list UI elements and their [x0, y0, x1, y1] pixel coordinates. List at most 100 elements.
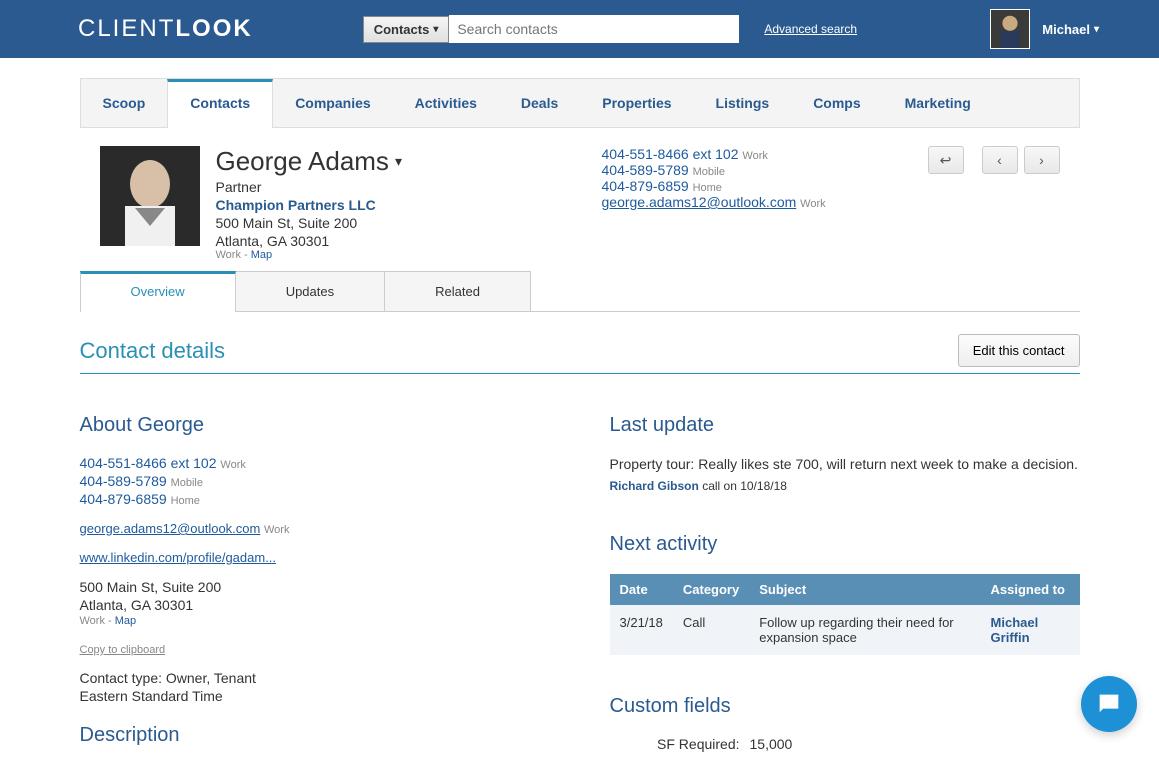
contact-header: George Adams ▾ Partner Champion Partners…	[80, 128, 1080, 271]
nav-contacts[interactable]: Contacts	[167, 79, 273, 128]
tab-related[interactable]: Related	[384, 271, 531, 311]
about-addr2: Atlanta, GA 30301	[80, 597, 550, 613]
about-phone-mobile[interactable]: 404-589-5789	[80, 473, 167, 489]
addr-meta: Work - Map	[216, 249, 526, 261]
about-column: About George 404-551-8466 ext 102 Work 4…	[80, 414, 550, 765]
contact-info: George Adams ▾ Partner Champion Partners…	[216, 146, 526, 261]
nav-scoop[interactable]: Scoop	[81, 79, 168, 127]
about-addr1: 500 Main St, Suite 200	[80, 579, 550, 595]
nav-properties[interactable]: Properties	[580, 79, 693, 127]
nav-activities[interactable]: Activities	[393, 79, 499, 127]
details-title: Contact details	[80, 338, 226, 364]
top-bar: CLIENTLOOK Contacts ▾ Advanced search Mi…	[0, 0, 1159, 58]
phone-type: Home	[693, 182, 722, 194]
about-phone-type: Home	[171, 495, 200, 507]
logo-bold: LOOK	[175, 15, 252, 42]
logo: CLIENTLOOK	[78, 15, 253, 43]
addr-type: Work	[216, 249, 241, 261]
last-update-text: Property tour: Really likes ste 700, wil…	[610, 455, 1080, 475]
email-type: Work	[800, 198, 825, 210]
sub-tabs: Overview Updates Related	[80, 271, 1080, 312]
main-nav: Scoop Contacts Companies Activities Deal…	[80, 78, 1080, 128]
cell-assigned[interactable]: Michael Griffin	[981, 605, 1080, 655]
next-record-button[interactable]: ›	[1024, 146, 1060, 174]
cell-subject: Follow up regarding their need for expan…	[749, 605, 980, 655]
username-label: Michael	[1042, 22, 1090, 37]
chevron-left-icon: ‹	[997, 152, 1002, 168]
reply-arrow-icon: ↩	[940, 152, 952, 169]
about-map-link[interactable]: Map	[115, 615, 136, 627]
chevron-right-icon: ›	[1039, 152, 1044, 168]
advanced-search-link[interactable]: Advanced search	[764, 22, 857, 36]
search-scope-dropdown[interactable]: Contacts ▾	[363, 16, 450, 43]
user-avatar[interactable]	[990, 9, 1030, 49]
col-assigned[interactable]: Assigned to	[981, 574, 1080, 605]
about-phone-home[interactable]: 404-879-6859	[80, 491, 167, 507]
col-category[interactable]: Category	[673, 574, 749, 605]
caret-down-icon: ▾	[433, 24, 438, 35]
contact-addr2: Atlanta, GA 30301	[216, 233, 526, 249]
email-link[interactable]: george.adams12@outlook.com	[602, 194, 797, 210]
about-email-link[interactable]: george.adams12@outlook.com	[80, 521, 261, 536]
timezone: Eastern Standard Time	[80, 688, 550, 704]
logo-light: CLIENT	[78, 15, 175, 42]
about-phone-type: Mobile	[171, 477, 203, 489]
nav-marketing[interactable]: Marketing	[883, 79, 993, 127]
details-body: About George 404-551-8466 ext 102 Work 4…	[80, 414, 1080, 765]
col-date[interactable]: Date	[610, 574, 673, 605]
nav-companies[interactable]: Companies	[273, 79, 392, 127]
contact-name-menu[interactable]: George Adams ▾	[216, 146, 526, 177]
cf-label: SF Required:	[610, 736, 750, 752]
phone-home[interactable]: 404-879-6859	[602, 178, 689, 194]
contact-addr1: 500 Main St, Suite 200	[216, 215, 526, 231]
next-activity-table: Date Category Subject Assigned to 3/21/1…	[610, 574, 1080, 655]
phone-type: Work	[742, 150, 767, 162]
table-row[interactable]: 3/21/18 Call Follow up regarding their n…	[610, 605, 1080, 655]
custom-fields-heading: Custom fields	[610, 695, 1080, 718]
caret-down-icon: ▾	[1094, 24, 1099, 35]
prev-record-button[interactable]: ‹	[982, 146, 1018, 174]
about-phone-work[interactable]: 404-551-8466 ext 102	[80, 455, 217, 471]
contact-type: Contact type: Owner, Tenant	[80, 670, 550, 686]
back-button[interactable]: ↩	[928, 146, 964, 174]
tab-overview[interactable]: Overview	[80, 271, 236, 311]
custom-field-row: SF Required: 15,000	[610, 736, 1080, 752]
last-update-heading: Last update	[610, 414, 1080, 437]
contact-phones: 404-551-8466 ext 102 Work 404-589-5789 M…	[602, 146, 912, 261]
chat-widget[interactable]	[1081, 676, 1137, 732]
nav-comps[interactable]: Comps	[791, 79, 882, 127]
phone-type: Mobile	[693, 166, 725, 178]
nav-deals[interactable]: Deals	[499, 79, 580, 127]
last-update-when: call on 10/18/18	[702, 479, 787, 493]
copy-clipboard-link[interactable]: Copy to clipboard	[80, 644, 166, 656]
about-heading: About George	[80, 414, 550, 437]
last-update-who[interactable]: Richard Gibson	[610, 479, 699, 493]
next-activity-heading: Next activity	[610, 533, 1080, 556]
col-subject[interactable]: Subject	[749, 574, 980, 605]
about-phone-type: Work	[220, 459, 245, 471]
search-wrap: Contacts ▾	[363, 15, 740, 43]
contact-name: George Adams	[216, 146, 389, 177]
record-nav: ↩ ‹ ›	[928, 146, 1060, 261]
search-input[interactable]	[449, 15, 739, 43]
cell-date: 3/21/18	[610, 605, 673, 655]
user-area: Michael ▾	[990, 9, 1099, 49]
last-update-meta: Richard Gibson call on 10/18/18	[610, 479, 1080, 493]
about-addr-type: Work	[80, 615, 105, 627]
right-column: Last update Property tour: Really likes …	[610, 414, 1080, 765]
contact-company[interactable]: Champion Partners LLC	[216, 197, 526, 213]
user-menu[interactable]: Michael ▾	[1042, 22, 1099, 37]
contact-avatar[interactable]	[100, 146, 200, 246]
edit-contact-button[interactable]: Edit this contact	[958, 334, 1080, 367]
phone-mobile[interactable]: 404-589-5789	[602, 162, 689, 178]
contact-title: Partner	[216, 179, 526, 195]
tab-updates[interactable]: Updates	[235, 271, 385, 311]
nav-listings[interactable]: Listings	[694, 79, 792, 127]
details-header: Contact details Edit this contact	[80, 334, 1080, 374]
phone-work[interactable]: 404-551-8466 ext 102	[602, 146, 739, 162]
map-link[interactable]: Map	[251, 249, 272, 261]
search-scope-label: Contacts	[374, 22, 430, 37]
description-heading: Description	[80, 724, 550, 747]
about-email-type: Work	[264, 524, 289, 536]
linkedin-link[interactable]: www.linkedin.com/profile/gadam...	[80, 550, 277, 565]
